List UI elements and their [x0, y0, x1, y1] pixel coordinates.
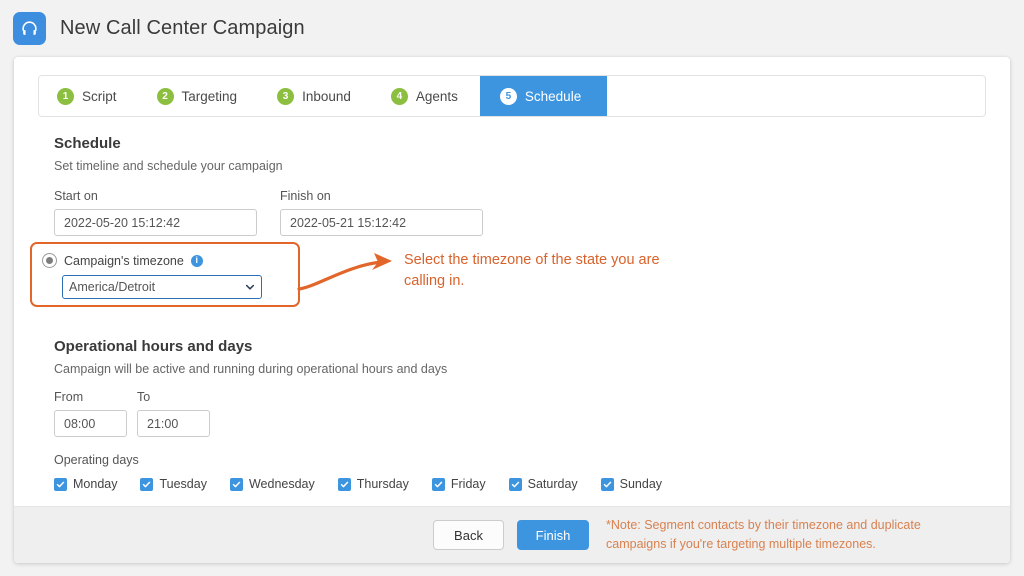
check-icon	[140, 477, 154, 491]
page-header: New Call Center Campaign	[0, 0, 1024, 45]
radio-selected-icon[interactable]	[42, 253, 57, 268]
tab-badge: 2	[156, 87, 174, 105]
tab-badge: 1	[57, 87, 74, 105]
finish-on-label: Finish on	[280, 189, 331, 203]
day-label: Tuesday	[159, 477, 207, 491]
annotation-text: Select the timezone of the state you are…	[404, 252, 660, 289]
check-icon	[508, 477, 522, 491]
day-checkbox-saturday[interactable]: Saturday	[508, 477, 578, 491]
from-label: From	[54, 390, 84, 404]
from-input[interactable]	[54, 410, 127, 437]
operational-heading: Operational hours and days	[54, 338, 253, 355]
tab-badge: 4	[390, 87, 408, 105]
timezone-select[interactable]: America/Detroit	[62, 275, 262, 299]
to-label: To	[137, 390, 151, 404]
from-field: From	[54, 390, 127, 437]
tab-script[interactable]: 1 Script	[39, 76, 139, 116]
day-checkbox-sunday[interactable]: Sunday	[600, 477, 663, 491]
operating-days-list: Monday Tuesday Wednesday Thursday Friday…	[54, 477, 986, 491]
tab-schedule[interactable]: 5 Schedule	[479, 76, 608, 116]
tab-agents[interactable]: 4 Agents	[372, 76, 480, 116]
day-checkbox-tuesday[interactable]: Tuesday	[140, 477, 207, 491]
day-label: Friday	[450, 477, 486, 491]
tab-badge: 3	[277, 87, 295, 105]
check-icon	[337, 477, 351, 491]
to-input[interactable]	[137, 410, 210, 437]
campaign-timezone-radio-row[interactable]: Campaign's timezone i	[32, 244, 298, 268]
check-icon	[600, 477, 614, 491]
footer-note: *Note: Segment contacts by their timezon…	[606, 518, 921, 551]
tab-label: Schedule	[524, 88, 582, 104]
check-icon	[54, 477, 67, 491]
day-label: Saturday	[527, 477, 578, 491]
card-footer: Back Finish *Note: Segment contacts by t…	[14, 506, 1010, 563]
campaign-wizard-card: 1 Script 2 Targeting 3 Inbound 4 Agents …	[14, 57, 1010, 563]
day-checkbox-thursday[interactable]: Thursday	[337, 477, 409, 491]
day-label: Wednesday	[248, 477, 315, 491]
day-label: Thursday	[356, 477, 409, 491]
date-fields: Start on Finish on	[54, 189, 986, 236]
wizard-tabs: 1 Script 2 Targeting 3 Inbound 4 Agents …	[38, 75, 986, 117]
day-label: Monday	[73, 477, 118, 491]
tab-label: Script	[82, 88, 117, 104]
day-checkbox-friday[interactable]: Friday	[431, 477, 486, 491]
tab-label: Agents	[415, 88, 458, 104]
tab-label: Inbound	[302, 88, 351, 104]
info-icon[interactable]: i	[190, 254, 203, 267]
campaign-timezone-group: Campaign's timezone i America/Detroit	[30, 242, 300, 307]
tab-inbound[interactable]: 3 Inbound	[259, 76, 373, 116]
operating-days-label: Operating days	[54, 453, 139, 467]
tab-badge: 5	[499, 87, 517, 105]
finish-on-input[interactable]	[280, 209, 483, 236]
back-button[interactable]: Back	[433, 520, 504, 550]
start-on-input[interactable]	[54, 209, 257, 236]
operational-subtitle: Campaign will be active and running duri…	[54, 362, 448, 376]
chevron-down-icon	[245, 282, 255, 292]
start-on-label: Start on	[54, 189, 98, 203]
check-icon	[431, 477, 445, 491]
tab-label: Targeting	[181, 88, 238, 104]
hours-fields: From To	[54, 390, 986, 437]
day-label: Sunday	[619, 477, 663, 491]
check-icon	[229, 477, 243, 491]
headset-icon	[13, 11, 46, 45]
start-on-field: Start on	[54, 189, 257, 236]
schedule-heading: Schedule	[54, 135, 121, 152]
tab-targeting[interactable]: 2 Targeting	[138, 76, 260, 116]
timezone-selected-value: America/Detroit	[69, 280, 156, 294]
day-checkbox-wednesday[interactable]: Wednesday	[229, 477, 315, 491]
campaign-timezone-label: Campaign's timezone	[64, 253, 184, 268]
page-title: New Call Center Campaign	[60, 16, 305, 39]
finish-on-field: Finish on	[280, 189, 483, 236]
day-checkbox-monday[interactable]: Monday	[54, 477, 117, 491]
schedule-subtitle: Set timeline and schedule your campaign	[54, 159, 283, 173]
to-field: To	[137, 390, 210, 437]
finish-button[interactable]: Finish	[517, 520, 589, 550]
